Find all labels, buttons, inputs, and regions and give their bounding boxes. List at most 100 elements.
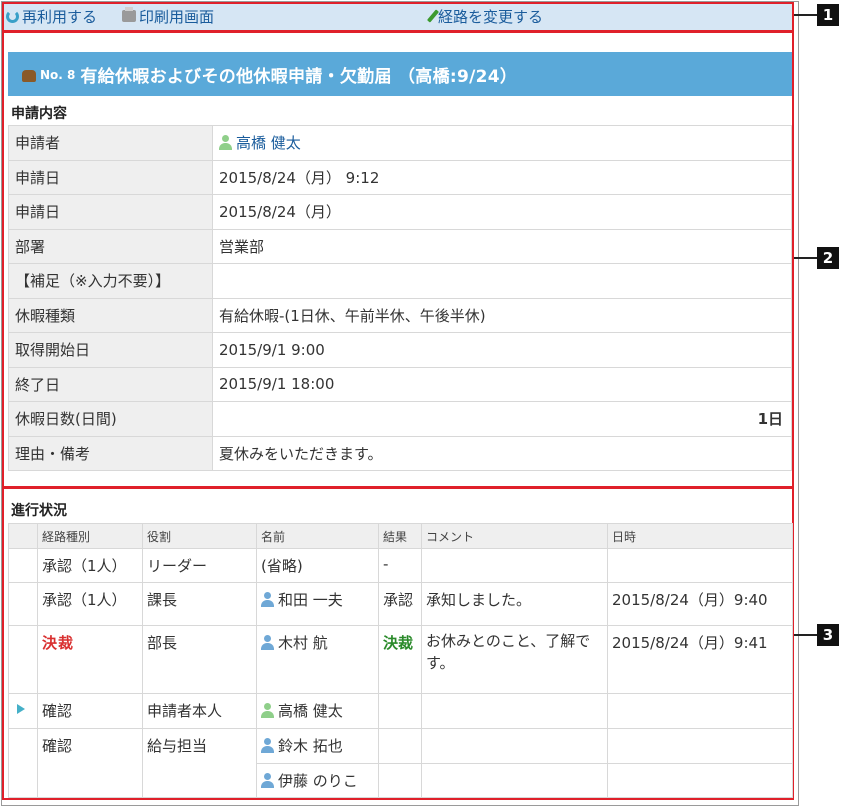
result-cell: 決裁: [378, 625, 422, 694]
kessai-stamp-icon: 決裁: [42, 634, 75, 652]
request-title-bar: No. 8 有給休暇およびその他休暇申請・欠勤届 （高橋:9/24）: [8, 52, 792, 96]
workflow-app-icon: [22, 70, 36, 82]
name-cell: 和田 一夫: [256, 582, 379, 626]
result: 承認: [378, 582, 422, 626]
name: 和田 一夫: [278, 591, 343, 609]
name: (省略): [256, 548, 379, 583]
progress-heading: 進行状況: [11, 503, 67, 519]
field-value: 有給休暇-(1日休、午前半休、午後半休): [212, 297, 792, 333]
table-row: 部署 営業部: [8, 228, 792, 264]
name: 鈴木 拓也: [278, 737, 343, 755]
field-label: 申請者: [8, 125, 213, 161]
applicant-cell: 高橋 健太: [212, 125, 792, 161]
column-header: 日時: [607, 523, 793, 549]
column-header: コメント: [421, 523, 608, 549]
role: 課長: [142, 582, 257, 626]
field-value: 2015/9/1 18:00: [212, 366, 792, 402]
datetime: 2015/8/24（月）9:41: [607, 625, 793, 694]
column-header: 役割: [142, 523, 257, 549]
field-value: 夏休みをいただきます。: [212, 435, 792, 471]
role: リーダー: [142, 548, 257, 583]
table-row: 申請日 2015/8/24（月） 9:12: [8, 159, 792, 195]
field-label: 休暇種類: [8, 297, 213, 333]
table-row: 理由・備考 夏休みをいただきます。: [8, 435, 792, 471]
field-value: 営業部: [212, 228, 792, 264]
field-label: 申請日: [8, 194, 213, 230]
annotation-box-1: [2, 2, 794, 32]
datetime: [607, 548, 793, 583]
details-heading: 申請内容: [11, 106, 67, 122]
table-row: 承認（1人） リーダー (省略) -: [8, 548, 793, 583]
name: 伊藤 のりこ: [278, 772, 358, 790]
user-icon: [261, 703, 274, 718]
table-row: 取得開始日 2015/9/1 9:00: [8, 332, 792, 368]
field-label: 終了日: [8, 366, 213, 402]
result: [378, 763, 422, 798]
field-value: 2015/9/1 9:00: [212, 332, 792, 368]
field-label: 部署: [8, 228, 213, 264]
route-type-stamp: 決裁: [37, 625, 143, 694]
field-value: 2015/8/24（月）: [212, 194, 792, 230]
role: 給与担当: [142, 728, 257, 798]
comment: [421, 693, 608, 729]
request-title: 有給休暇およびその他休暇申請・欠勤届 （高橋:9/24）: [80, 66, 518, 87]
table-row: 確認 給与担当 鈴木 拓也: [8, 728, 793, 798]
result: [378, 693, 422, 729]
route-type: 承認（1人）: [37, 548, 143, 583]
callout-badge-2: 2: [817, 247, 839, 269]
result: 決裁: [383, 634, 414, 652]
field-label: 【補足（※入力不要）】: [8, 263, 213, 299]
column-header: 名前: [256, 523, 379, 549]
table-row: 確認 申請者本人 高橋 健太: [8, 693, 793, 729]
table-row: 申請者 高橋 健太: [8, 125, 792, 161]
current-step-arrow-icon: [17, 704, 25, 714]
callout-line-1: [794, 14, 818, 16]
name: 高橋 健太: [278, 702, 343, 720]
comment: 承知しました。: [421, 582, 608, 626]
column-header: 経路種別: [37, 523, 143, 549]
field-label: 取得開始日: [8, 332, 213, 368]
user-icon: [261, 592, 274, 607]
callout-line-3: [794, 634, 818, 636]
comment: [421, 728, 608, 764]
callout-line-2: [794, 257, 818, 259]
datetime: [607, 728, 793, 764]
progress-table: 経路種別 役割 名前 結果 コメント 日時 承認（1人） リーダー (省略) -…: [8, 523, 793, 798]
column-header: 結果: [378, 523, 422, 549]
callout-badge-3: 3: [817, 624, 839, 646]
table-row: 承認（1人） 課長 和田 一夫 承認 承知しました。 2015/8/24（月）9…: [8, 582, 793, 626]
result: -: [378, 548, 422, 583]
field-value: 2015/8/24（月） 9:12: [212, 159, 792, 195]
result: [378, 728, 422, 764]
user-icon: [261, 773, 274, 788]
applicant-link[interactable]: 高橋 健太: [236, 134, 301, 152]
table-row: 【補足（※入力不要）】: [8, 263, 792, 299]
details-table: 申請者 高橋 健太 申請日 2015/8/24（月） 9:12 申請日 2015…: [8, 125, 792, 471]
user-icon: [219, 135, 232, 151]
field-label: 理由・備考: [8, 435, 213, 471]
route-type: 確認: [37, 693, 143, 729]
comment: お休みとのこと、了解です。: [421, 625, 608, 694]
field-label: 休暇日数(日間): [8, 401, 213, 437]
user-icon: [261, 738, 274, 753]
datetime: 2015/8/24（月）9:40: [607, 582, 793, 626]
role: 申請者本人: [142, 693, 257, 729]
table-header-row: 経路種別 役割 名前 結果 コメント 日時: [8, 523, 793, 549]
name-cell: 高橋 健太: [256, 693, 379, 729]
callout-badge-1: 1: [817, 4, 839, 26]
name: 木村 航: [278, 634, 328, 652]
name-cell: 伊藤 のりこ: [256, 763, 379, 798]
table-row: 申請日 2015/8/24（月）: [8, 194, 792, 230]
current-step-cell: [8, 693, 38, 729]
field-value: [212, 263, 792, 299]
role: 部長: [142, 625, 257, 694]
table-row: 休暇種類 有給休暇-(1日休、午前半休、午後半休): [8, 297, 792, 333]
table-row: 休暇日数(日間) 1日: [8, 401, 792, 437]
field-value: 1日: [212, 401, 792, 437]
user-icon: [261, 635, 274, 650]
route-type: 承認（1人）: [37, 582, 143, 626]
name-cell: 鈴木 拓也: [256, 728, 379, 764]
column-header: [8, 523, 38, 549]
name-cell: 木村 航: [256, 625, 379, 694]
table-row: 終了日 2015/9/1 18:00: [8, 366, 792, 402]
